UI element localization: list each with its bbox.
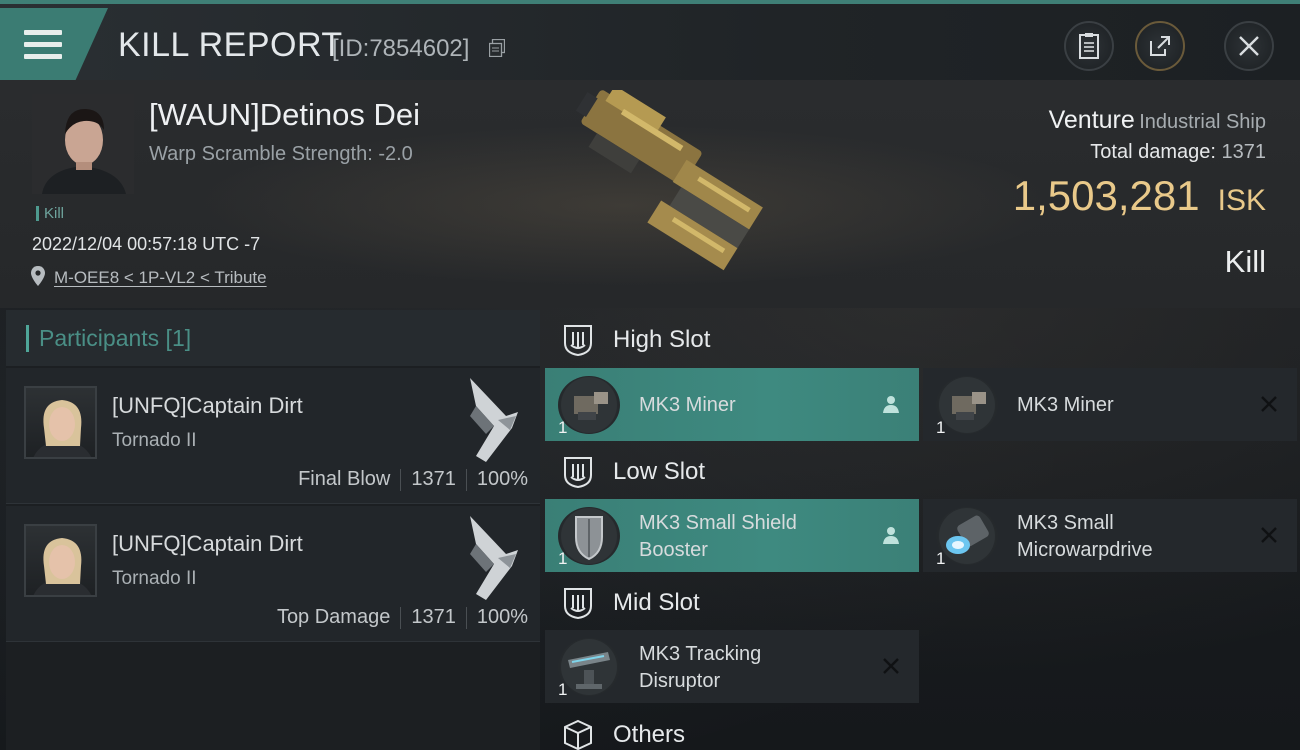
- high-slot-header: High Slot: [545, 312, 1295, 368]
- participant-avatar[interactable]: [24, 386, 97, 459]
- share-icon: [1150, 36, 1170, 56]
- module-qty: 1: [558, 680, 568, 699]
- warp-scramble-strength: Warp Scramble Strength: -2.0: [149, 143, 413, 165]
- high-slot-icon: [564, 325, 592, 357]
- total-damage: Total damage: 1371: [1090, 141, 1266, 164]
- participant-portrait-art: [33, 400, 92, 457]
- top-bar: KILL REPORT [ID:7854602]: [0, 0, 1300, 80]
- divider: [465, 606, 467, 629]
- clipboard-button[interactable]: [1064, 21, 1114, 71]
- copy-icon[interactable]: [489, 39, 505, 57]
- module-slot-dropped[interactable]: 1 MK3 Small Shield Booster: [545, 499, 919, 572]
- menu-button[interactable]: [0, 8, 108, 80]
- total-damage-value: 1371: [1221, 141, 1267, 163]
- participant-damage: 1371: [411, 468, 456, 490]
- participant-ship-image: [470, 378, 518, 462]
- isk-amount: 1,503,281: [1012, 172, 1200, 219]
- participant-damage: 1371: [411, 606, 456, 628]
- others-label: Others: [613, 721, 686, 748]
- module-name-line: Microwarpdrive: [1017, 539, 1153, 561]
- module-name: MK3 Miner: [1017, 394, 1114, 416]
- clipboard-icon: [1079, 33, 1099, 59]
- others-header: Others: [545, 707, 1295, 750]
- module-name: MK3 Tracking Disruptor: [639, 641, 761, 695]
- destroyed-x-icon: [883, 658, 899, 674]
- mid-slot-icon: [564, 588, 592, 620]
- module-name: MK3 Small Shield Booster: [639, 510, 797, 564]
- module-name: MK3 Miner: [639, 394, 736, 416]
- ship-name[interactable]: Venture: [1049, 106, 1135, 134]
- person-icon: [883, 396, 899, 413]
- module-name-line: MK3 Small: [1017, 512, 1114, 534]
- high-slot-label: High Slot: [613, 326, 711, 353]
- participant-name[interactable]: [UNFQ]Captain Dirt: [112, 393, 303, 419]
- participant-role: Final Blow: [298, 468, 391, 490]
- kill-datetime: 2022/12/04 00:57:18 UTC -7: [32, 234, 261, 254]
- participant-row[interactable]: [UNFQ]Captain Dirt Tornado II Final Blow…: [6, 368, 540, 504]
- participant-portrait-art: [33, 538, 92, 595]
- isk-unit: ISK: [1217, 184, 1266, 217]
- victim-ship-line: Venture Industrial Ship: [1049, 106, 1266, 135]
- destroyed-x-icon: [1261, 527, 1277, 543]
- location-pin-icon: [31, 266, 45, 286]
- participants-panel: Participants [1] [UNFQ]Captain Dirt Torn…: [6, 310, 540, 750]
- isk-value: 1,503,281 ISK: [1013, 172, 1266, 220]
- participant-percent: 100%: [476, 468, 528, 490]
- module-qty: 1: [558, 418, 568, 437]
- close-button[interactable]: [1224, 21, 1274, 71]
- ship-class: Industrial Ship: [1139, 111, 1266, 133]
- close-icon: [1239, 36, 1259, 56]
- victim-name[interactable]: [WAUN]Detinos Dei: [149, 97, 420, 133]
- divider: [400, 468, 402, 491]
- person-icon: [883, 527, 899, 544]
- page-title: KILL REPORT: [118, 26, 343, 64]
- participant-stats: Top Damage 1371 100%: [277, 606, 528, 629]
- participant-ship: Tornado II: [112, 568, 197, 589]
- victim-portrait-art: [32, 94, 134, 194]
- module-slot-destroyed[interactable]: 1 MK3 Tracking Disruptor: [545, 630, 919, 703]
- participants-label: Participants [1]: [26, 325, 191, 352]
- low-slot-label: Low Slot: [613, 458, 706, 485]
- participants-header[interactable]: Participants [1]: [6, 310, 540, 366]
- module-name-line: MK3 Tracking: [639, 643, 762, 665]
- module-qty: 1: [558, 549, 568, 568]
- cube-icon: [564, 719, 592, 750]
- location-link[interactable]: M-OEE8 < 1P-VL2 < Tribute: [54, 268, 267, 288]
- module-qty: 1: [936, 549, 946, 568]
- module-name: MK3 Small Microwarpdrive: [1017, 510, 1153, 564]
- module-name-line: Booster: [639, 539, 708, 561]
- low-slot-icon: [564, 457, 592, 489]
- module-slot-destroyed[interactable]: 1 MK3 Small Microwarpdrive: [923, 499, 1297, 572]
- module-slot-destroyed[interactable]: 1 MK3 Miner: [923, 368, 1297, 441]
- participant-ship: Tornado II: [112, 430, 197, 451]
- participant-stats: Final Blow 1371 100%: [298, 468, 528, 491]
- victim-avatar[interactable]: [32, 94, 134, 194]
- report-id: [ID:7854602]: [332, 35, 470, 62]
- kill-tag: Kill: [36, 206, 64, 221]
- module-slot-dropped[interactable]: 1 MK3 Miner: [545, 368, 919, 441]
- module-name-line: MK3 Small Shield: [639, 512, 797, 534]
- module-qty: 1: [936, 418, 946, 437]
- destroyed-x-icon: [1261, 396, 1277, 412]
- victim-ship-image: [575, 90, 763, 271]
- result-label: Kill: [1224, 244, 1266, 279]
- total-damage-label: Total damage:: [1090, 141, 1216, 163]
- divider: [400, 606, 402, 629]
- participant-row[interactable]: [UNFQ]Captain Dirt Tornado II Top Damage…: [6, 506, 540, 642]
- hamburger-icon: [24, 30, 62, 66]
- participant-name[interactable]: [UNFQ]Captain Dirt: [112, 531, 303, 557]
- participant-percent: 100%: [476, 606, 528, 628]
- share-button[interactable]: [1135, 21, 1185, 71]
- participant-ship-image: [470, 516, 518, 600]
- low-slot-header: Low Slot: [545, 444, 1295, 500]
- module-name-line: Disruptor: [639, 670, 721, 692]
- participant-avatar[interactable]: [24, 524, 97, 597]
- mid-slot-header: Mid Slot: [545, 575, 1295, 631]
- divider: [465, 468, 467, 491]
- participant-role: Top Damage: [276, 606, 391, 628]
- mid-slot-label: Mid Slot: [613, 589, 700, 616]
